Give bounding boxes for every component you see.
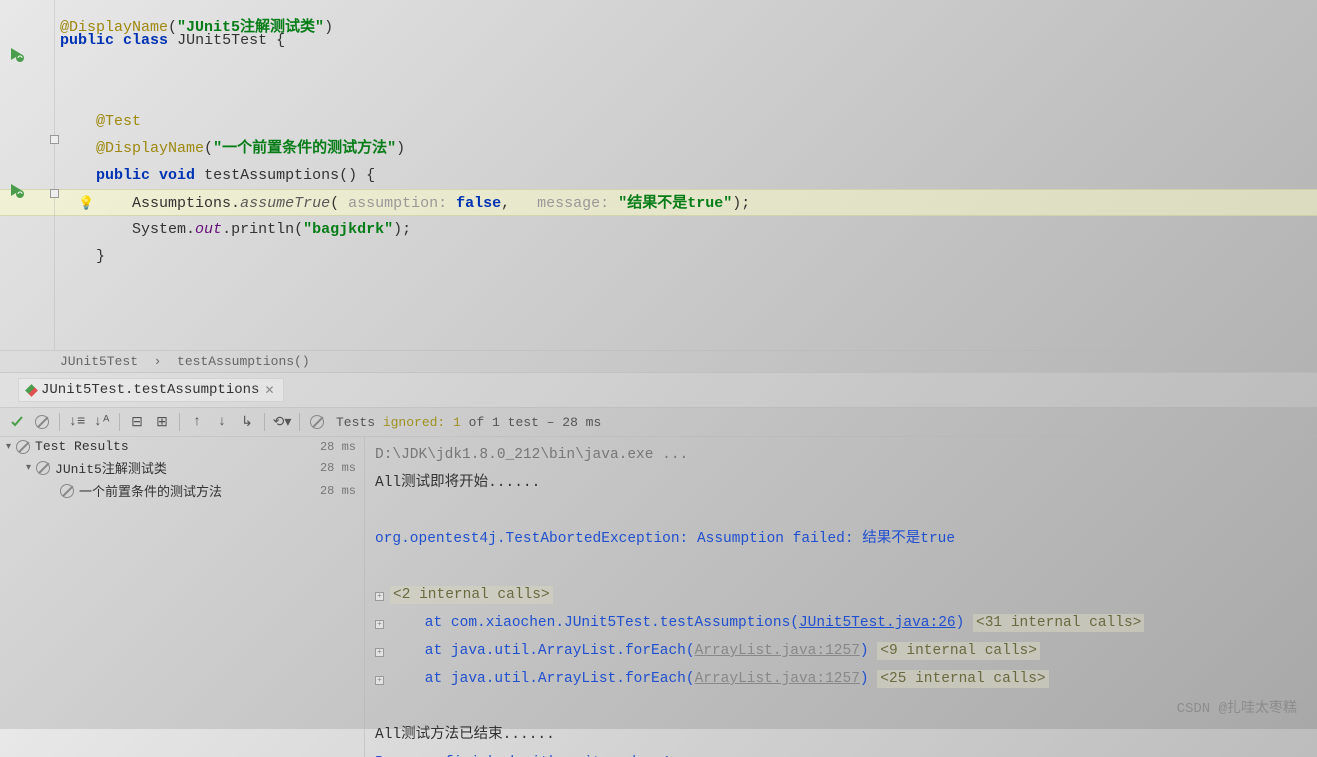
- code-editor[interactable]: @DisplayName("JUnit5注解测试类") public class…: [0, 0, 1317, 350]
- code-line: System.out.println("bagjkdrk");: [0, 216, 1317, 243]
- run-tool-tabs: JUnit5Test.testAssumptions ✕: [0, 372, 1317, 407]
- code-line: public void testAssumptions() {: [0, 162, 1317, 189]
- tree-class-node[interactable]: ▾JUnit5注解测试类 28 ms: [0, 456, 364, 479]
- prev-test-icon[interactable]: ↑: [186, 411, 208, 433]
- console-output[interactable]: D:\JDK\jdk1.8.0_212\bin\java.exe ... All…: [365, 437, 1317, 757]
- code-line: }: [0, 243, 1317, 270]
- fold-marker-icon[interactable]: [50, 189, 59, 198]
- status-ignored-icon: [306, 411, 328, 433]
- chevron-down-icon[interactable]: ▾: [6, 441, 11, 453]
- console-exception: org.opentest4j.TestAbortedException: Ass…: [375, 525, 1307, 553]
- fold-marker-icon[interactable]: [50, 135, 59, 144]
- run-config-label: JUnit5Test.testAssumptions: [41, 382, 259, 398]
- editor-gutter: [0, 0, 55, 350]
- test-status-text: Tests ignored: 1 of 1 test – 28 ms: [336, 415, 601, 430]
- fold-expand-icon[interactable]: +: [375, 592, 384, 601]
- show-passed-icon[interactable]: [6, 411, 28, 433]
- chevron-down-icon[interactable]: ▾: [26, 462, 31, 474]
- code-line-highlighted: 💡 Assumptions.assumeTrue( assumption: fa…: [0, 189, 1317, 216]
- fold-expand-icon[interactable]: +: [375, 620, 384, 629]
- test-tree[interactable]: ▾Test Results 28 ms ▾JUnit5注解测试类 28 ms 一…: [0, 437, 365, 757]
- code-line: @DisplayName("JUnit5注解测试类"): [0, 0, 1317, 27]
- watermark: CSDN @扎哇太枣糕: [1177, 697, 1297, 717]
- sort-alpha-icon[interactable]: ↓ᴬ: [91, 411, 113, 433]
- run-method-icon[interactable]: [8, 181, 26, 199]
- code-line: @Test: [0, 108, 1317, 135]
- console-line: [375, 553, 1307, 581]
- breadcrumb-method[interactable]: testAssumptions(): [177, 354, 310, 369]
- stack-frame: + at java.util.ArrayList.forEach(ArrayLi…: [375, 665, 1307, 693]
- export-icon[interactable]: ↳: [236, 411, 258, 433]
- code-line: [0, 81, 1317, 108]
- code-line: public class JUnit5Test {: [0, 27, 1317, 54]
- console-line: [375, 693, 1307, 721]
- code-line: @DisplayName("一个前置条件的测试方法"): [0, 135, 1317, 162]
- sort-down-icon[interactable]: ↓≡: [66, 411, 88, 433]
- source-link[interactable]: JUnit5Test.java:26: [799, 615, 956, 631]
- ignored-icon: [60, 484, 74, 498]
- close-icon[interactable]: ✕: [264, 383, 274, 398]
- console-line: All测试方法已结束......: [375, 721, 1307, 749]
- source-link[interactable]: ArrayList.java:1257: [695, 671, 860, 687]
- fold-expand-icon[interactable]: +: [375, 648, 384, 657]
- run-config-tab[interactable]: JUnit5Test.testAssumptions ✕: [18, 378, 284, 402]
- breadcrumb-class[interactable]: JUnit5Test: [60, 354, 138, 369]
- fold-expand-icon[interactable]: +: [375, 676, 384, 685]
- run-config-icon: [25, 384, 38, 397]
- run-class-icon[interactable]: [8, 45, 26, 63]
- stack-frame: + at java.util.ArrayList.forEach(ArrayLi…: [375, 637, 1307, 665]
- code-line: [0, 54, 1317, 81]
- console-line: D:\JDK\jdk1.8.0_212\bin\java.exe ...: [375, 441, 1307, 469]
- tree-root[interactable]: ▾Test Results 28 ms: [0, 437, 364, 456]
- history-icon[interactable]: ⟲▾: [271, 411, 293, 433]
- collapse-all-icon[interactable]: ⊞: [151, 411, 173, 433]
- show-ignored-icon[interactable]: [31, 411, 53, 433]
- ignored-icon: [36, 461, 50, 475]
- ignored-icon: [16, 440, 30, 454]
- console-line: All测试即将开始......: [375, 469, 1307, 497]
- breadcrumb[interactable]: JUnit5Test › testAssumptions(): [0, 350, 1317, 372]
- intention-bulb-icon[interactable]: 💡: [78, 190, 94, 217]
- test-toolbar: ↓≡ ↓ᴬ ⊟ ⊞ ↑ ↓ ↳ ⟲▾ Tests ignored: 1 of 1…: [0, 407, 1317, 437]
- source-link[interactable]: ArrayList.java:1257: [695, 643, 860, 659]
- next-test-icon[interactable]: ↓: [211, 411, 233, 433]
- stack-fold[interactable]: +<2 internal calls>: [375, 581, 1307, 609]
- console-line: [375, 497, 1307, 525]
- tree-method-node[interactable]: 一个前置条件的测试方法 28 ms: [0, 479, 364, 502]
- console-exit-code: Process finished with exit code -1: [375, 749, 1307, 757]
- expand-all-icon[interactable]: ⊟: [126, 411, 148, 433]
- stack-frame: + at com.xiaochen.JUnit5Test.testAssumpt…: [375, 609, 1307, 637]
